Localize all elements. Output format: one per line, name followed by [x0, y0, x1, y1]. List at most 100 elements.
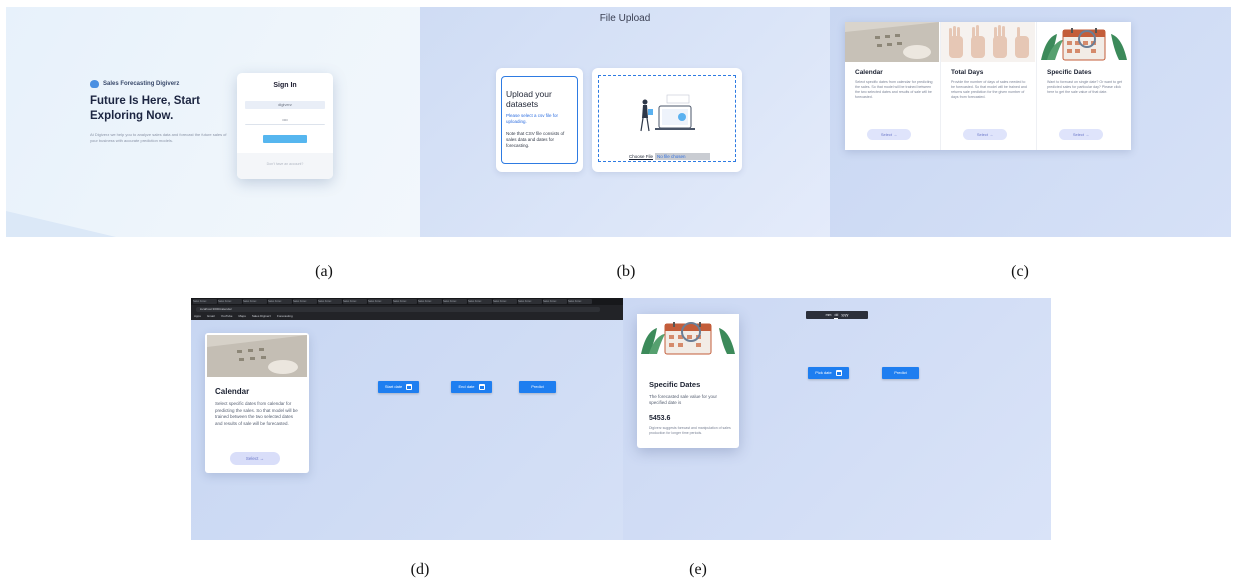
- start-date-label: Start date: [384, 384, 403, 389]
- caption-e: (e): [689, 561, 707, 578]
- end-date-label: End date: [458, 384, 475, 389]
- date-picker-popup[interactable]: mm dd yyyy: [806, 311, 868, 319]
- browser-tab[interactable]: Sales Forec: [218, 299, 242, 304]
- caption-c: (c): [1011, 263, 1029, 280]
- page-title: File Upload: [599, 13, 651, 24]
- option-total-days: Total Days Provide the number of days of…: [941, 22, 1035, 150]
- select-calendar-button[interactable]: Select →: [867, 129, 911, 140]
- browser-tab[interactable]: Sales Forec: [343, 299, 367, 304]
- browser-tab[interactable]: Sales Forec: [443, 299, 467, 304]
- file-drop-zone[interactable]: Choose File No file chosen: [598, 75, 736, 162]
- bookmarks-bar: Apps Gmail YouTube Maps Sales Digiverz F…: [194, 314, 614, 319]
- predict-button[interactable]: Predict: [882, 367, 919, 379]
- browser-tab[interactable]: Sales Forec: [368, 299, 392, 304]
- select-button[interactable]: Select →: [230, 452, 280, 465]
- upload-info-border: Upload your datasets Please select a csv…: [501, 76, 578, 164]
- upload-info-card: Upload your datasets Please select a csv…: [496, 68, 583, 172]
- browser-chrome: Sales Forec Sales Forec Sales Forec Sale…: [191, 298, 623, 320]
- calendar-illustration-icon: [1037, 22, 1131, 62]
- pick-date-label: Pick date: [815, 370, 832, 375]
- calendar-icon: [406, 384, 413, 390]
- username-field[interactable]: digiverz: [245, 101, 325, 109]
- bookmark-item[interactable]: Maps: [238, 314, 245, 319]
- calendar-illustration-icon: [637, 314, 739, 356]
- select-total-days-button[interactable]: Select →: [963, 129, 1007, 140]
- bookmark-item[interactable]: YouTube: [221, 314, 233, 319]
- browser-tab[interactable]: Sales Forec: [518, 299, 542, 304]
- file-chooser[interactable]: Choose File No file chosen: [629, 153, 710, 160]
- bookmark-item[interactable]: Apps: [194, 314, 201, 319]
- signin-screen: Sales Forecasting Digiverz Future Is Her…: [6, 7, 420, 237]
- file-drop-card: Choose File No file chosen: [592, 68, 742, 172]
- upload-heading: Upload your datasets: [506, 89, 552, 109]
- brand: Sales Forecasting Digiverz: [90, 80, 179, 88]
- forecast-value: 5453.6: [649, 415, 671, 422]
- hero-title: Future Is Here, Start Exploring Now.: [90, 95, 200, 122]
- card-title: Calendar: [215, 387, 250, 396]
- specific-dates-result-screen: mm dd yyyy Specific Dates The forecasted…: [623, 298, 1051, 540]
- date-picker-year[interactable]: yyyy: [841, 311, 848, 319]
- browser-tab[interactable]: Sales Forec: [543, 299, 567, 304]
- calendar-selection-screen: Sales Forec Sales Forec Sales Forec Sale…: [191, 298, 623, 540]
- option-description: Provide the number of days of sales need…: [951, 80, 1027, 99]
- upload-instruction: Please select a csv file for uploading.: [506, 113, 559, 124]
- card-description: The forecasted sale value for your speci…: [649, 394, 718, 405]
- date-picker-month[interactable]: mm: [826, 311, 832, 319]
- no-file-chosen-label: No file chosen: [655, 153, 710, 160]
- password-field[interactable]: ••••: [245, 116, 325, 125]
- calendar-photo-icon: [845, 22, 939, 62]
- brand-logo-icon: [90, 80, 99, 88]
- brand-name: Sales Forecasting Digiverz: [103, 81, 180, 87]
- browser-tab[interactable]: Sales Forec: [243, 299, 267, 304]
- browser-tab[interactable]: Sales Forec: [268, 299, 292, 304]
- predict-button[interactable]: Predict: [519, 381, 556, 393]
- calendar-icon: [835, 370, 842, 376]
- select-specific-dates-button[interactable]: Select →: [1059, 129, 1103, 140]
- browser-tab[interactable]: Sales Forec: [318, 299, 342, 304]
- card-title: Specific Dates: [649, 380, 701, 389]
- date-picker-day[interactable]: dd: [834, 311, 839, 319]
- caption-d: (d): [410, 561, 430, 578]
- caption-a: (a): [315, 263, 333, 280]
- option-title: Calendar: [855, 69, 883, 76]
- browser-tab[interactable]: Sales Forec: [393, 299, 417, 304]
- option-description: Want to forecast on single date? Or want…: [1047, 80, 1122, 94]
- counting-hands-icon: [941, 22, 1035, 62]
- forecast-note: Digiverz suggests forecast and manipulat…: [649, 426, 731, 435]
- option-title: Total Days: [951, 69, 984, 76]
- browser-tab[interactable]: Sales Forec: [468, 299, 492, 304]
- start-date-button[interactable]: Start date: [378, 381, 419, 393]
- address-bar[interactable]: localhost:3000/calendar: [196, 307, 600, 312]
- login-button[interactable]: [263, 135, 307, 143]
- end-date-button[interactable]: End date: [451, 381, 492, 393]
- browser-tab[interactable]: Sales Forec: [293, 299, 317, 304]
- decorative-corner: [6, 211, 116, 237]
- signup-footer[interactable]: Don't have an account?: [237, 153, 333, 179]
- choose-file-button[interactable]: Choose File: [629, 153, 655, 160]
- card-description: Select specific dates from calendar for …: [215, 401, 298, 426]
- option-specific-dates: Specific Dates Want to forecast on singl…: [1037, 22, 1131, 150]
- browser-tab[interactable]: Sales Forec: [193, 299, 217, 304]
- bookmark-item[interactable]: Gmail: [207, 314, 215, 319]
- options-container: Calendar Select specific dates from cale…: [845, 22, 1131, 150]
- specific-dates-card: Specific Dates The forecasted sale value…: [637, 314, 739, 448]
- browser-tab[interactable]: Sales Forec: [418, 299, 442, 304]
- option-calendar: Calendar Select specific dates from cale…: [845, 22, 939, 150]
- calendar-icon: [478, 384, 485, 390]
- browser-tab-strip: Sales Forec Sales Forec Sales Forec Sale…: [191, 298, 623, 305]
- file-upload-screen: File Upload Upload your datasets Please …: [420, 7, 830, 237]
- pick-date-button[interactable]: Pick date: [808, 367, 849, 379]
- caption-b: (b): [616, 263, 636, 280]
- option-title: Specific Dates: [1047, 69, 1092, 76]
- browser-tab[interactable]: Sales Forec: [568, 299, 592, 304]
- option-description: Select specific dates from calendar for …: [855, 80, 933, 99]
- browser-tab[interactable]: Sales Forec: [493, 299, 517, 304]
- bookmark-item[interactable]: Sales Digiverz: [252, 314, 271, 319]
- signin-card: Sign In digiverz •••• Don't have an acco…: [237, 73, 333, 179]
- upload-illustration-icon: [640, 94, 695, 132]
- signin-title: Sign In: [273, 82, 297, 89]
- bookmark-item[interactable]: Forecasting: [277, 314, 293, 319]
- upload-note: Note that CSV file consists of sales dat…: [506, 131, 565, 148]
- forecast-options-screen: Calendar Select specific dates from cale…: [830, 7, 1231, 237]
- calendar-card: Calendar Select specific dates from cale…: [205, 333, 309, 473]
